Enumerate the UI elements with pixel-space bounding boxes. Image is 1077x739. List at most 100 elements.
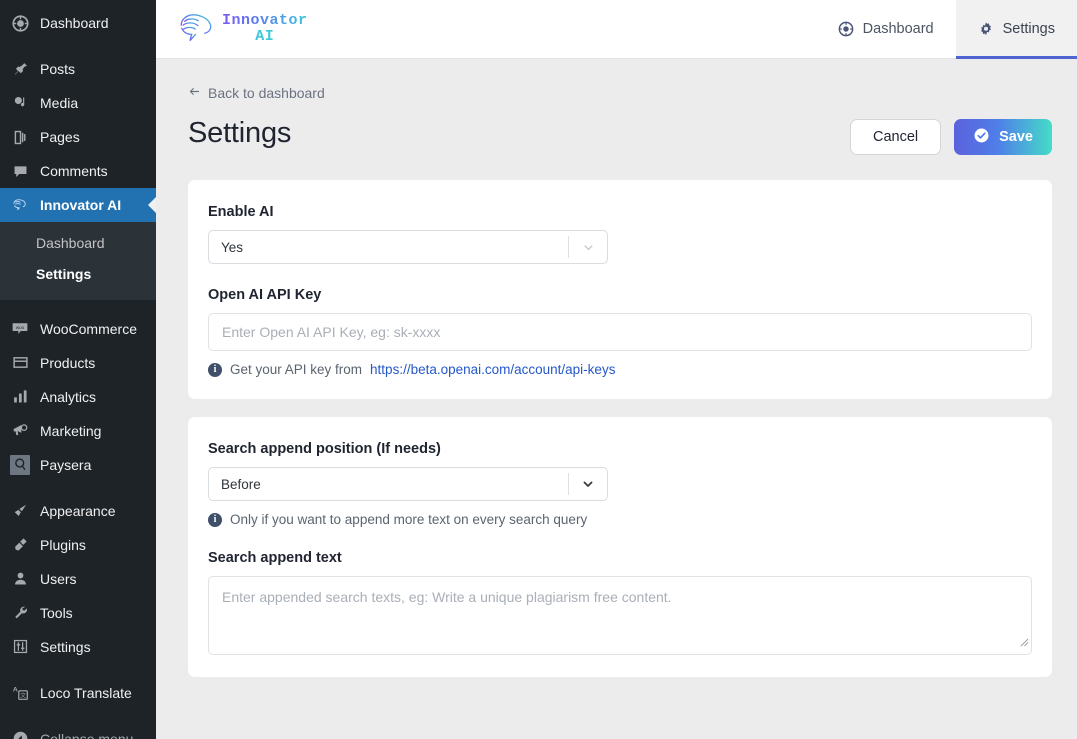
sidebar-item-appearance[interactable]: Appearance xyxy=(0,494,156,528)
append-position-select[interactable]: Before xyxy=(208,467,608,501)
sidebar-item-label: WooCommerce xyxy=(40,320,137,337)
sidebar-item-loco-translate[interactable]: A文 Loco Translate xyxy=(0,676,156,710)
append-position-hint-text: Only if you want to append more text on … xyxy=(230,512,588,527)
sliders-icon xyxy=(9,636,31,658)
api-key-hint-text: Get your API key from xyxy=(230,362,363,377)
sidebar-item-dashboard[interactable]: Dashboard xyxy=(0,6,156,40)
sidebar-submenu-innovator-ai: Dashboard Settings xyxy=(0,222,156,300)
sidebar-divider xyxy=(0,710,156,722)
tab-label: Settings xyxy=(1002,21,1055,37)
sidebar-divider xyxy=(0,40,156,52)
brain-icon xyxy=(9,194,31,216)
plug-icon xyxy=(9,534,31,556)
analytics-bars-icon xyxy=(9,386,31,408)
comment-bubble-icon xyxy=(9,160,31,182)
gear-icon xyxy=(978,21,994,37)
save-button-label: Save xyxy=(999,129,1033,145)
collapse-menu-button[interactable]: Collapse menu xyxy=(0,722,156,739)
back-to-dashboard-link[interactable]: Back to dashboard xyxy=(188,85,325,101)
wordpress-admin-sidebar: Dashboard Posts Media Pages Comments Inn… xyxy=(0,0,156,739)
sidebar-item-paysera[interactable]: Paysera xyxy=(0,448,156,482)
sidebar-divider xyxy=(0,664,156,676)
chevron-down-icon xyxy=(569,240,607,255)
page-action-buttons: Cancel Save xyxy=(849,119,1052,155)
svg-text:文: 文 xyxy=(20,692,26,700)
sidebar-item-innovator-ai[interactable]: Innovator AI xyxy=(0,188,156,222)
svg-text:woo: woo xyxy=(16,325,25,330)
brand-logo: Innovator AI xyxy=(156,10,308,49)
page-header: Settings Cancel Save xyxy=(188,117,1052,155)
paintbrush-icon xyxy=(9,500,31,522)
append-position-label: Search append position (If needs) xyxy=(208,441,441,457)
page-title: Settings xyxy=(188,117,292,149)
pages-icon xyxy=(9,126,31,148)
sidebar-item-analytics[interactable]: Analytics xyxy=(0,380,156,414)
translate-icon: A文 xyxy=(9,682,31,704)
sidebar-item-media[interactable]: Media xyxy=(0,86,156,120)
sidebar-item-marketing[interactable]: Marketing xyxy=(0,414,156,448)
save-button[interactable]: Save xyxy=(954,119,1052,155)
sidebar-item-label: Posts xyxy=(40,61,76,77)
arrow-left-icon xyxy=(188,85,201,101)
sidebar-item-label: Appearance xyxy=(40,502,116,519)
tab-dashboard[interactable]: Dashboard xyxy=(816,0,956,59)
plugin-topbar: Innovator AI Dashboard Settings xyxy=(156,0,1077,59)
wrench-icon xyxy=(9,602,31,624)
enable-ai-value: Yes xyxy=(221,239,244,255)
main-pane: Innovator AI Dashboard Settings Back to … xyxy=(156,0,1077,739)
media-icon xyxy=(9,92,31,114)
brand-name-line1: Innovator xyxy=(222,12,308,30)
api-key-label: Open AI API Key xyxy=(208,287,322,303)
api-key-input[interactable] xyxy=(208,313,1032,351)
card-search-append: Search append position (If needs) Before… xyxy=(188,417,1052,677)
sidebar-item-tools[interactable]: Tools xyxy=(0,596,156,630)
dashboard-gauge-icon xyxy=(9,12,31,34)
sidebar-item-label: Media xyxy=(40,95,79,111)
sidebar-item-comments[interactable]: Comments xyxy=(0,154,156,188)
sidebar-subitem-settings[interactable]: Settings xyxy=(0,259,156,290)
sidebar-item-pages[interactable]: Pages xyxy=(0,120,156,154)
back-link-label: Back to dashboard xyxy=(208,85,325,101)
sidebar-divider xyxy=(0,482,156,494)
sidebar-divider xyxy=(0,300,156,312)
pin-icon xyxy=(9,58,31,80)
sidebar-item-settings[interactable]: Settings xyxy=(0,630,156,664)
svg-text:A: A xyxy=(12,687,17,694)
sidebar-item-plugins[interactable]: Plugins xyxy=(0,528,156,562)
dashboard-gauge-icon xyxy=(838,21,854,37)
settings-content: Back to dashboard Settings Cancel Save E… xyxy=(156,59,1077,739)
tab-settings[interactable]: Settings xyxy=(955,0,1077,59)
enable-ai-select[interactable]: Yes xyxy=(208,230,608,264)
api-key-hint: i Get your API key from https://beta.ope… xyxy=(208,362,1032,377)
plugin-top-nav: Dashboard Settings xyxy=(816,0,1077,59)
user-icon xyxy=(9,568,31,590)
api-key-link[interactable]: https://beta.openai.com/account/api-keys xyxy=(370,362,615,377)
card-general-settings: Enable AI Yes Open AI API Key i Get your… xyxy=(188,180,1052,399)
brand-name-line2: AI xyxy=(255,28,275,45)
sidebar-item-label: Innovator AI xyxy=(40,197,122,213)
cancel-button[interactable]: Cancel xyxy=(849,119,942,155)
sidebar-item-label: Paysera xyxy=(40,456,92,473)
app-root: Dashboard Posts Media Pages Comments Inn… xyxy=(0,0,1077,739)
sidebar-item-label: Plugins xyxy=(40,536,86,553)
append-text-textarea[interactable] xyxy=(208,576,1032,655)
woo-icon: woo xyxy=(9,318,31,340)
paysera-icon xyxy=(10,454,30,475)
sidebar-item-label: Settings xyxy=(40,638,91,655)
megaphone-icon xyxy=(9,420,31,442)
sidebar-item-label: Loco Translate xyxy=(40,684,132,701)
sidebar-item-posts[interactable]: Posts xyxy=(0,52,156,86)
enable-ai-label: Enable AI xyxy=(208,204,274,220)
sidebar-item-woocommerce[interactable]: woo WooCommerce xyxy=(0,312,156,346)
sidebar-item-label: Tools xyxy=(40,604,73,621)
brain-logo-icon xyxy=(176,10,216,49)
info-icon: i xyxy=(208,362,222,377)
sidebar-subitem-dashboard[interactable]: Dashboard xyxy=(0,228,156,259)
collapse-arrow-icon xyxy=(9,728,31,739)
sidebar-item-label: Pages xyxy=(40,129,80,145)
sidebar-item-products[interactable]: Products xyxy=(0,346,156,380)
sidebar-item-label: Dashboard xyxy=(40,15,109,31)
sidebar-item-label: Analytics xyxy=(40,388,97,405)
sidebar-item-users[interactable]: Users xyxy=(0,562,156,596)
sidebar-item-label: Products xyxy=(40,354,96,371)
